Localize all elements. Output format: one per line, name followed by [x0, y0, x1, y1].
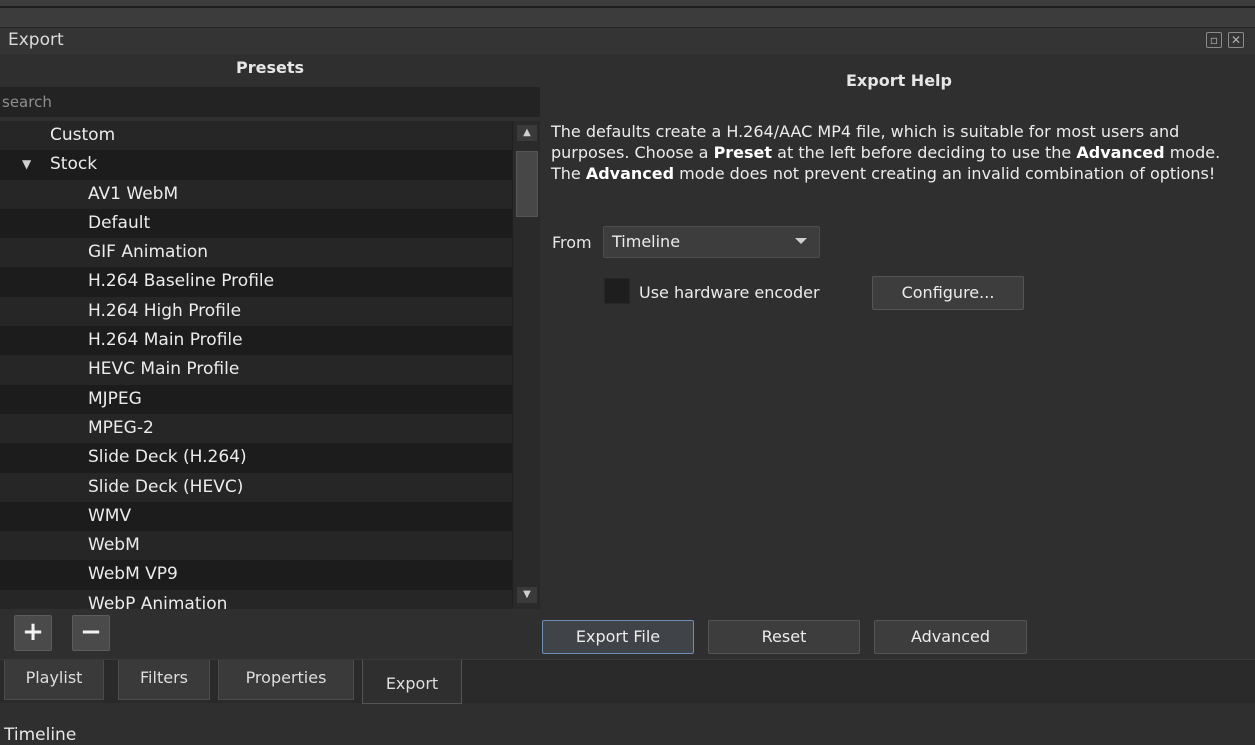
- preset-item[interactable]: WebM VP9: [0, 560, 512, 590]
- preset-item[interactable]: Slide Deck (HEVC): [0, 472, 512, 502]
- float-icon[interactable]: ▫: [1206, 32, 1222, 48]
- preset-item-label: HEVC Main Profile: [88, 359, 240, 380]
- scroll-down-icon[interactable]: ▼: [517, 587, 537, 603]
- from-combobox[interactable]: Timeline: [603, 226, 820, 258]
- preset-item[interactable]: WebP Animation: [0, 589, 512, 609]
- preset-item-label: WebM: [88, 535, 140, 556]
- tab-playlist[interactable]: Playlist: [4, 660, 104, 700]
- presets-title: Presets: [235, 58, 304, 77]
- tab-export[interactable]: Export: [362, 660, 462, 704]
- presets-scrollbar[interactable]: ▲ ▼: [512, 121, 540, 609]
- preset-item-label: Stock: [50, 154, 98, 175]
- preset-item[interactable]: MPEG-2: [0, 413, 512, 444]
- scroll-up-icon[interactable]: ▲: [517, 125, 537, 141]
- preset-item[interactable]: Slide Deck (H.264): [0, 443, 512, 473]
- preset-item-label: H.264 Main Profile: [88, 330, 243, 351]
- preset-item[interactable]: MJPEG: [0, 384, 512, 414]
- search-input[interactable]: [0, 87, 540, 117]
- preset-item[interactable]: Custom: [0, 121, 512, 151]
- preset-item[interactable]: WMV: [0, 501, 512, 532]
- presets-tree[interactable]: Custom ▼ Stock AV1 WebM Default GIF Animation…: [0, 121, 512, 609]
- preset-item[interactable]: H.264 Baseline Profile: [0, 267, 512, 297]
- preset-item[interactable]: Default: [0, 208, 512, 239]
- configure-button[interactable]: Configure...: [872, 276, 1024, 310]
- export-help-title: Export Help: [846, 71, 952, 90]
- help-bold-preset: Preset: [713, 143, 773, 162]
- dock-titlebar: Export ▫ ✕: [0, 28, 1255, 54]
- preset-item-label: MPEG-2: [88, 417, 154, 438]
- chevron-down-icon: [795, 238, 807, 244]
- scrollbar-thumb[interactable]: [516, 151, 538, 217]
- preset-item[interactable]: HEVC Main Profile: [0, 355, 512, 385]
- window-top-strip: [0, 0, 1255, 28]
- preset-item-label: Slide Deck (H.264): [88, 447, 247, 468]
- dock-tab-bar: Playlist Filters Properties Export: [0, 659, 1255, 704]
- hardware-encoder-label: Use hardware encoder: [639, 283, 820, 302]
- preset-item-label: GIF Animation: [88, 242, 209, 263]
- help-bold-advanced: Advanced: [1076, 143, 1165, 162]
- preset-item-label: AV1 WebM: [88, 183, 179, 204]
- help-bold-advanced: Advanced: [585, 164, 675, 183]
- preset-item-label: H.264 Baseline Profile: [88, 271, 275, 292]
- from-label: From: [552, 233, 592, 252]
- export-file-button[interactable]: Export File: [542, 620, 694, 654]
- preset-item-label: MJPEG: [88, 388, 142, 409]
- preset-item[interactable]: WebM: [0, 531, 512, 561]
- preset-item[interactable]: H.264 Main Profile: [0, 326, 512, 356]
- help-text-part: at the left before deciding to use the: [772, 143, 1077, 162]
- export-help-text: The defaults create a H.264/AAC MP4 file…: [551, 121, 1251, 184]
- preset-item-label: WMV: [88, 505, 132, 526]
- tab-properties[interactable]: Properties: [218, 660, 354, 700]
- status-text: Timeline: [4, 725, 77, 745]
- preset-item[interactable]: H.264 High Profile: [0, 296, 512, 327]
- dock-title: Export: [8, 30, 64, 50]
- preset-item-label: WebM VP9: [88, 564, 178, 585]
- advanced-button[interactable]: Advanced: [874, 620, 1027, 654]
- tab-filters[interactable]: Filters: [118, 660, 210, 700]
- preset-item-label: Slide Deck (HEVC): [88, 476, 244, 497]
- preset-item-label: Custom: [50, 125, 116, 145]
- hardware-encoder-checkbox[interactable]: [604, 278, 630, 304]
- add-preset-button[interactable]: +: [14, 615, 52, 651]
- preset-item[interactable]: AV1 WebM: [0, 179, 512, 209]
- preset-item-label: WebP Animation: [88, 593, 228, 609]
- help-text-part: mode does not prevent creating an invali…: [674, 164, 1216, 183]
- preset-item[interactable]: GIF Animation: [0, 238, 512, 268]
- reset-button[interactable]: Reset: [708, 620, 860, 654]
- preset-item-label: H.264 High Profile: [88, 300, 242, 321]
- close-icon[interactable]: ✕: [1228, 32, 1244, 48]
- remove-preset-button[interactable]: −: [72, 615, 110, 651]
- from-selected-value: Timeline: [612, 232, 681, 251]
- expand-arrow-icon[interactable]: ▼: [22, 150, 31, 179]
- preset-item[interactable]: ▼ Stock: [0, 150, 512, 180]
- preset-item-label: Default: [88, 212, 151, 233]
